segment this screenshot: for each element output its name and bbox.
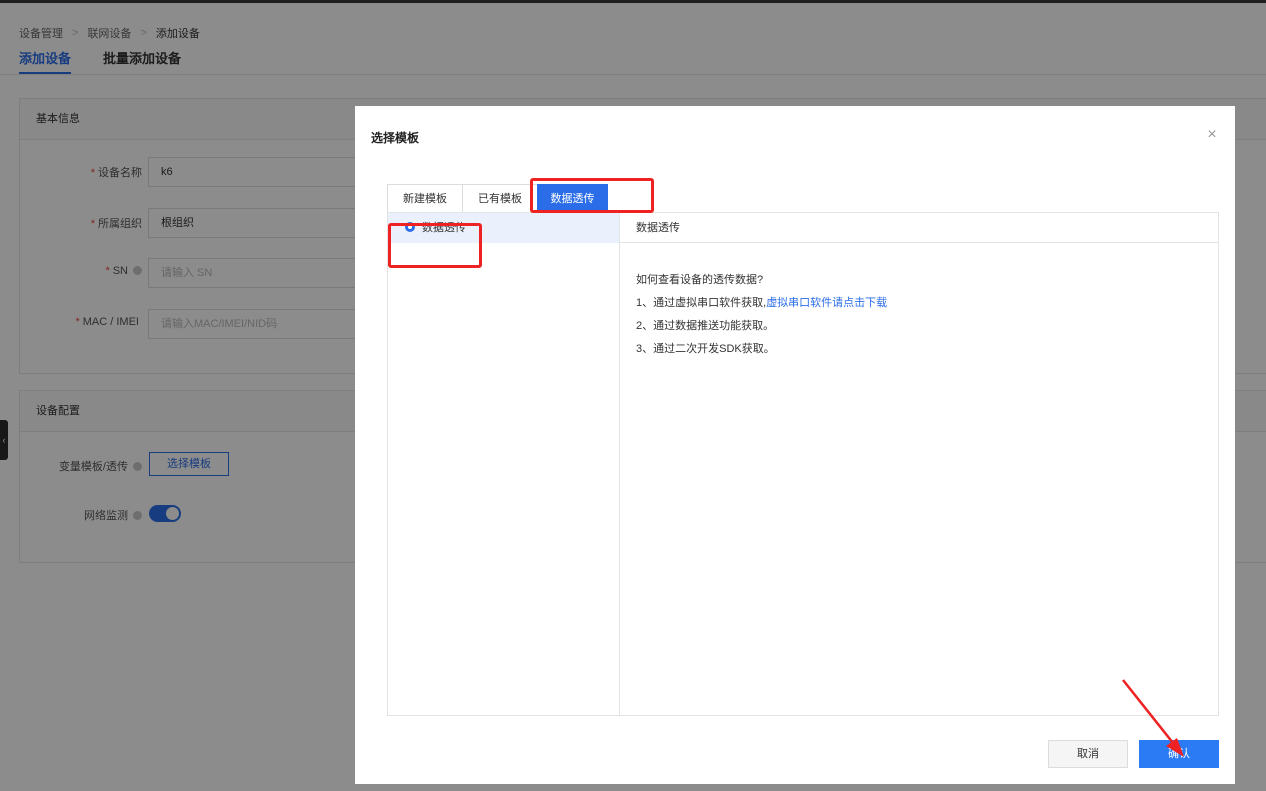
annotation-arrow-icon bbox=[1122, 679, 1184, 757]
